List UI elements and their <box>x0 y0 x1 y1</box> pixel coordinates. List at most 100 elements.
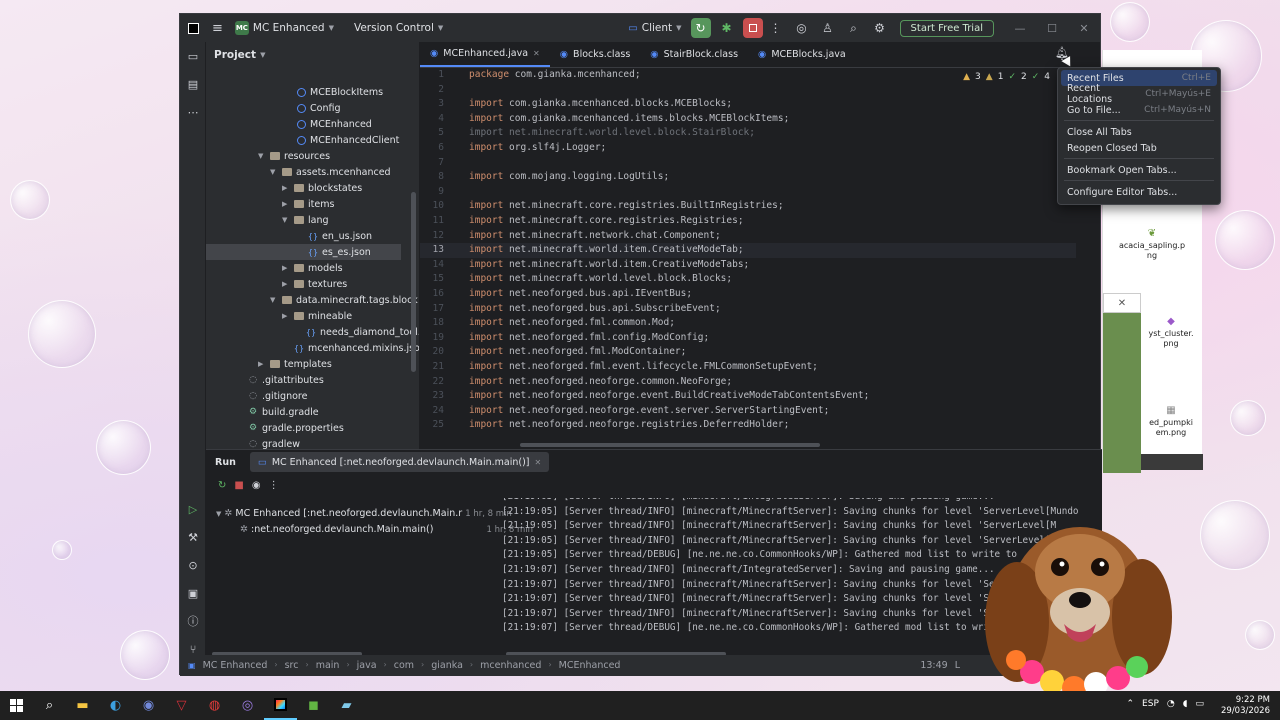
minecraft-icon[interactable]: ◼ <box>297 691 330 720</box>
breadcrumb-item[interactable]: mcenhanced <box>480 660 541 671</box>
gear-icon[interactable]: ⚙ <box>870 18 890 38</box>
tree-item[interactable]: MCEBlockItems <box>206 84 383 100</box>
tab-mcenhanced-java[interactable]: ◉ MCEnhanced.java ✕ <box>420 42 550 67</box>
breadcrumb-item[interactable]: MC Enhanced <box>203 660 268 671</box>
tree-item[interactable]: ▼ resources <box>206 148 330 164</box>
tree-item[interactable]: {}needs_diamond_tool.json <box>206 324 419 340</box>
menu-item[interactable]: Bookmark Open Tabs... <box>1061 162 1217 178</box>
file-item[interactable]: ◆ yst_cluster. png <box>1139 316 1203 349</box>
run-tree-item[interactable]: ▼ ✲ MC Enhanced [:net.neoforged.devlaunc… <box>216 508 512 519</box>
run-tool-icon[interactable]: ▷ <box>180 495 206 523</box>
tree-item[interactable]: {} en_us.json <box>206 228 372 244</box>
chevron-up-icon[interactable]: ⌃ <box>1127 699 1135 709</box>
code-area[interactable]: 1 package com.gianka.mcenhanced; 2 3 import … <box>420 68 1076 449</box>
close-tab-icon[interactable]: ✕ <box>535 458 542 467</box>
close-tab-icon[interactable]: ✕ <box>533 49 540 58</box>
tree-item[interactable]: Config <box>206 100 340 116</box>
start-free-trial-button[interactable]: Start Free Trial <box>899 19 994 37</box>
breadcrumb-item[interactable]: MCEnhanced <box>559 660 621 671</box>
view-icon[interactable]: ◉ <box>252 480 261 491</box>
close-icon[interactable]: ✕ <box>1068 22 1100 35</box>
terminal-icon[interactable]: ▣ <box>180 579 206 607</box>
breadcrumb-item[interactable]: main <box>316 660 340 671</box>
project-panel-header[interactable]: Project ▼ <box>206 42 419 68</box>
file-item[interactable]: ❦ acacia_sapling.p ng <box>1117 228 1187 261</box>
rerun-icon[interactable]: ↻ <box>218 480 226 491</box>
search-icon[interactable]: ⌕ <box>33 691 66 720</box>
edge-browser-icon[interactable]: ◐ <box>99 691 132 720</box>
windows-start-icon[interactable] <box>0 691 33 720</box>
stop-icon[interactable]: ■ <box>234 480 243 491</box>
language-indicator[interactable]: ESP <box>1142 699 1159 709</box>
add-user-icon[interactable]: ♙ <box>818 18 838 38</box>
scrollbar[interactable] <box>411 192 416 372</box>
app-icon[interactable]: ◎ <box>231 691 264 720</box>
tree-item[interactable]: ▶ mineable <box>206 308 352 324</box>
more-tools-icon[interactable]: ⋯ <box>180 98 206 126</box>
more-actions-icon[interactable]: ⋮ <box>766 18 786 38</box>
breadcrumb-item[interactable]: com <box>394 660 414 671</box>
breadcrumb-item[interactable]: src <box>285 660 299 671</box>
menu-item[interactable]: Go to File... Ctrl+Mayús+N <box>1061 102 1217 118</box>
tree-item[interactable]: ◌ gradlew <box>206 436 300 450</box>
wifi-icon[interactable]: ◔ <box>1167 699 1175 709</box>
tree-item[interactable]: ▼ assets.mcenhanced <box>206 164 391 180</box>
tree-item[interactable]: ▶ items <box>206 196 334 212</box>
tree-item[interactable]: ▶ textures <box>206 276 347 292</box>
file-item[interactable]: ▦ ed_pumpki em.png <box>1141 405 1201 438</box>
tree-item[interactable]: ⚙ gradle.properties <box>206 420 344 436</box>
folder-icon[interactable]: ▭ <box>180 42 206 70</box>
ai-assistant-icon[interactable]: ◎ <box>792 18 812 38</box>
vcs-menu[interactable]: Version Control ▼ <box>348 14 449 42</box>
tree-item[interactable]: ⚙ build.gradle <box>206 404 319 420</box>
tree-item[interactable]: ▼ data.minecraft.tags.block <box>206 292 418 308</box>
problems-icon[interactable]: ⓘ <box>180 607 206 635</box>
maximize-icon[interactable]: ☐ <box>1036 22 1068 35</box>
run-tab[interactable]: ▭ MC Enhanced [:net.neoforged.devlaunch.… <box>249 452 550 472</box>
notes-icon[interactable]: ▰ <box>330 691 363 720</box>
tree-item[interactable]: {} es_es.json <box>206 244 401 260</box>
run-tree-item[interactable]: ✲ :net.neoforged.devlaunch.Main.main() 1… <box>240 524 533 535</box>
breadcrumb-item[interactable]: gianka <box>431 660 463 671</box>
main-menu-icon[interactable]: ≡ <box>206 14 229 42</box>
obs-icon[interactable]: ◍ <box>198 691 231 720</box>
discord-icon[interactable]: ◉ <box>132 691 165 720</box>
breadcrumb-item[interactable]: java <box>357 660 377 671</box>
debug-icon[interactable]: ✱ <box>717 18 737 38</box>
services-icon[interactable]: ⊙ <box>180 551 206 579</box>
file-explorer-icon[interactable]: ▬ <box>66 691 99 720</box>
tree-item[interactable]: ▶ templates <box>206 356 332 372</box>
battery-icon[interactable]: ▭ <box>1195 699 1204 709</box>
tab-mceblocks-java[interactable]: ◉ MCEBlocks.java <box>748 42 856 67</box>
menu-item[interactable]: Configure Editor Tabs... <box>1061 184 1217 200</box>
horizontal-scrollbar[interactable] <box>520 443 820 447</box>
structure-icon[interactable]: ▤ <box>180 70 206 98</box>
tree-item[interactable]: ▶ blockstates <box>206 180 362 196</box>
intellij-icon[interactable] <box>264 691 297 720</box>
menu-item[interactable]: Reopen Closed Tab <box>1061 140 1217 156</box>
project-switcher[interactable]: MC MC Enhanced ▼ <box>229 14 340 42</box>
tree-item[interactable]: ▶ models <box>206 260 343 276</box>
more-actions-icon[interactable]: ⋮ <box>269 480 279 491</box>
run-config-selector[interactable]: ▭ Client ▼ <box>622 14 687 42</box>
menu-item[interactable]: Close All Tabs <box>1061 124 1217 140</box>
volume-icon[interactable]: ◖ <box>1183 699 1188 709</box>
tree-item[interactable]: MCEnhancedClient <box>206 132 399 148</box>
rerun-icon[interactable]: ↻ <box>690 18 711 38</box>
search-icon[interactable]: ⌕ <box>844 18 864 38</box>
cursor-position[interactable]: 13:49 <box>920 660 947 671</box>
stop-icon[interactable] <box>742 18 763 38</box>
tree-item[interactable]: ◌ .gitignore <box>206 388 307 404</box>
close-icon[interactable]: ✕ <box>1103 293 1141 313</box>
tree-item[interactable]: MCEnhanced <box>206 116 372 132</box>
tree-item[interactable]: ▼ lang <box>206 212 329 228</box>
minimize-icon[interactable]: — <box>1004 22 1036 35</box>
menu-item[interactable]: Recent Locations Ctrl+Mayús+E <box>1061 83 1217 105</box>
tree-item[interactable]: ◌ .gitattributes <box>206 372 324 388</box>
tab-blocks-class[interactable]: ◉ Blocks.class <box>550 42 641 67</box>
valorant-icon[interactable]: ▽ <box>165 691 198 720</box>
tree-item[interactable]: {} mcenhanced.mixins.json <box>206 340 419 356</box>
build-hammer-icon[interactable]: ⚒ <box>180 523 206 551</box>
clock[interactable]: 9:22 PM 29/03/2026 <box>1221 695 1270 716</box>
tab-stairblock-class[interactable]: ◉ StairBlock.class <box>640 42 748 67</box>
